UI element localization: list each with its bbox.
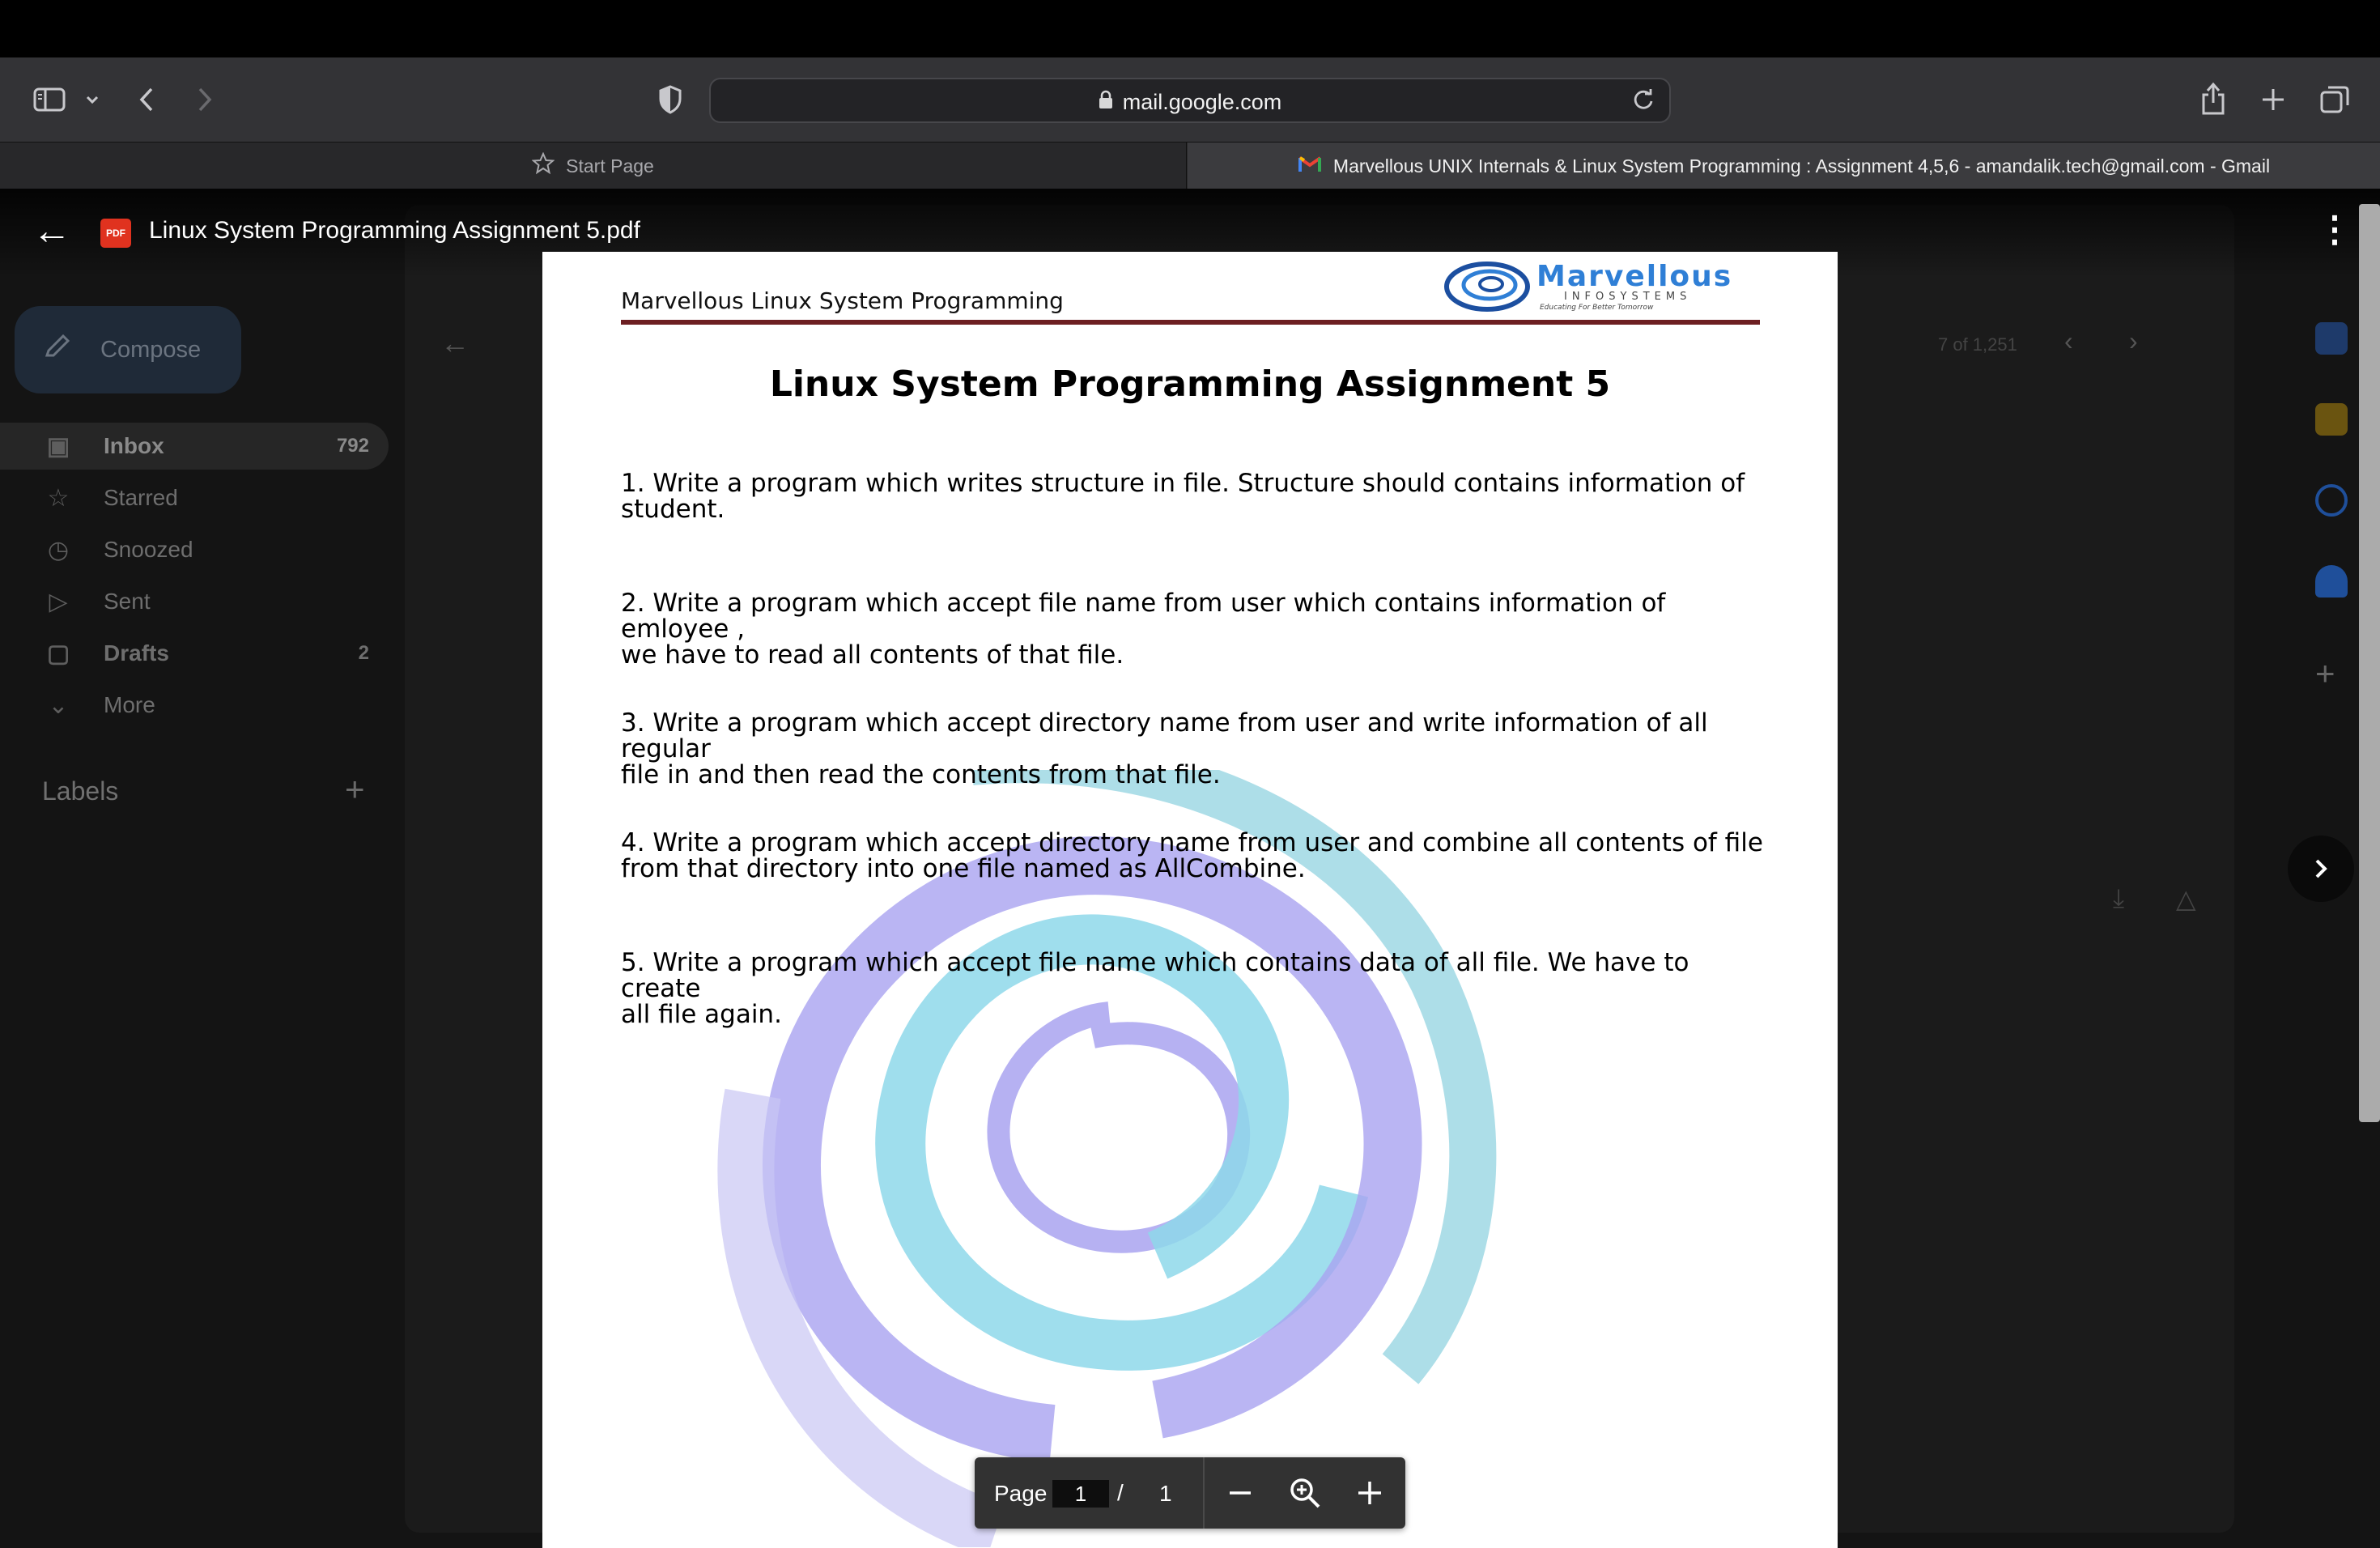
tab-bar: Start Page Marvellous UNIX Internals & L… <box>0 142 2380 189</box>
zoom-out-icon[interactable] <box>1221 1474 1260 1512</box>
newer-icon[interactable]: › <box>2129 326 2138 356</box>
question-3: 3. Write a program which accept director… <box>621 710 1770 788</box>
pagination-text: 7 of 1,251 <box>1938 334 2017 355</box>
question-line: file in and then read the contents from … <box>621 760 1221 789</box>
next-attachment-button[interactable] <box>2288 836 2354 902</box>
send-icon: ▷ <box>49 588 68 615</box>
star-icon: ☆ <box>47 484 70 512</box>
question-line: we have to read all contents of that fil… <box>621 640 1124 670</box>
tab-gmail[interactable]: Marvellous UNIX Internals & Linux System… <box>1188 142 2380 189</box>
back-to-inbox-icon[interactable]: ← <box>440 326 470 360</box>
question-line: 2. Write a program which accept file nam… <box>621 589 1666 644</box>
nav-count: 2 <box>358 642 369 664</box>
file-title: Linux System Programming Assignment 5.pd… <box>149 217 640 244</box>
question-line: 5. Write a program which accept file nam… <box>621 948 1689 1003</box>
chevron-down-icon[interactable] <box>81 88 104 111</box>
page-separator: / <box>1117 1480 1124 1505</box>
viewer-scrollbar[interactable] <box>2359 204 2380 1122</box>
tasks-icon[interactable] <box>2315 484 2348 517</box>
nav-label: Snoozed <box>104 537 193 562</box>
address-bar-url-row: mail.google.com <box>711 79 1669 125</box>
pdf-page: Marvellous Linux System Programming Marv… <box>542 252 1838 1548</box>
forward-icon[interactable] <box>191 82 219 117</box>
nav-snoozed[interactable]: ◷ Snoozed <box>0 526 389 573</box>
sidebar-toggle-icon[interactable] <box>31 83 68 116</box>
document-title: Linux System Programming Assignment 5 <box>769 364 1611 405</box>
tab-overview-icon[interactable] <box>2317 82 2352 117</box>
nav-label: Starred <box>104 485 178 510</box>
chevron-down-icon: ⌄ <box>48 691 69 719</box>
download-icon[interactable]: ⤓ <box>2113 883 2124 914</box>
system-menubar <box>0 0 2380 57</box>
page-total: 1 <box>1159 1481 1172 1506</box>
nav-drafts[interactable]: ▢ Drafts 2 <box>0 630 389 677</box>
page-number-input[interactable]: 1 <box>1052 1480 1109 1508</box>
new-tab-plus-icon[interactable] <box>2257 82 2289 117</box>
question-1: 1. Write a program which writes structur… <box>621 470 1770 522</box>
swirl-watermark <box>717 770 1497 1547</box>
nav-inbox[interactable]: ▣ Inbox 792 <box>0 423 389 470</box>
logo-tagline: Educating For Better Tomorrow <box>1540 304 1654 312</box>
older-icon[interactable]: ‹ <box>2064 326 2073 356</box>
question-line: 4. Write a program which accept director… <box>621 828 1763 857</box>
add-label-icon[interactable]: + <box>345 770 365 809</box>
privacy-shield-icon[interactable] <box>654 82 686 117</box>
share-icon[interactable] <box>2197 79 2229 119</box>
chevron-right-icon <box>2315 859 2327 878</box>
pdf-page-controls: Page 1 / 1 <box>975 1457 1405 1529</box>
nav-more[interactable]: ⌄ More <box>0 682 389 729</box>
question-line: 1. Write a program which writes structur… <box>621 469 1745 498</box>
nav-count: 792 <box>336 435 369 457</box>
reload-icon[interactable] <box>1630 87 1656 117</box>
marvellous-logo: Marvellous INFOSYSTEMS Educating For Bet… <box>1443 257 1766 315</box>
controls-divider <box>1203 1457 1205 1529</box>
lock-icon <box>1099 90 1113 115</box>
page-label: Page <box>994 1481 1048 1506</box>
question-line: from that directory into one file named … <box>621 854 1306 883</box>
question-line: student. <box>621 495 725 524</box>
calendar-icon[interactable] <box>2315 322 2348 355</box>
question-2: 2. Write a program which accept file nam… <box>621 590 1770 668</box>
nav-label: Sent <box>104 589 151 614</box>
more-options-icon[interactable]: ⋮ <box>2317 212 2352 248</box>
labels-heading: Labels <box>42 776 119 806</box>
header-rule <box>621 320 1760 325</box>
address-bar[interactable]: mail.google.com <box>709 78 1671 123</box>
url-text: mail.google.com <box>1122 89 1282 114</box>
nav-sent[interactable]: ▷ Sent <box>0 578 389 625</box>
tab-start-page[interactable]: Start Page <box>0 142 1187 189</box>
logo-name: Marvellous <box>1536 260 1733 293</box>
zoom-fit-icon[interactable] <box>1286 1474 1324 1512</box>
back-arrow-icon[interactable]: ← <box>32 212 71 251</box>
nav-starred[interactable]: ☆ Starred <box>0 474 389 521</box>
tab-label: Marvellous UNIX Internals & Linux System… <box>1332 155 2271 176</box>
zoom-in-icon[interactable] <box>1350 1474 1389 1512</box>
inbox-icon: ▣ <box>46 432 70 460</box>
draft-icon: ▢ <box>46 640 70 667</box>
pencil-icon <box>42 331 73 368</box>
star-icon <box>531 151 555 180</box>
nav-label: Inbox <box>104 433 164 458</box>
nav-label: Drafts <box>104 640 169 666</box>
gmail-logo-icon <box>1298 155 1322 177</box>
question-5: 5. Write a program which accept file nam… <box>621 950 1770 1027</box>
question-line: 3. Write a program which accept director… <box>621 708 1708 763</box>
clock-icon: ◷ <box>47 536 70 563</box>
document-header: Marvellous Linux System Programming <box>621 287 1064 314</box>
keep-icon[interactable] <box>2315 403 2348 436</box>
save-to-drive-icon[interactable]: △ <box>2176 883 2196 914</box>
question-line: all file again. <box>621 1000 782 1029</box>
compose-button[interactable]: Compose <box>15 306 241 393</box>
pdf-file-icon: PDF <box>100 219 131 248</box>
add-addon-icon[interactable]: + <box>2315 654 2335 693</box>
back-icon[interactable] <box>133 82 160 117</box>
tab-label: Start Page <box>566 155 654 176</box>
compose-label: Compose <box>100 336 202 363</box>
contacts-icon[interactable] <box>2315 565 2348 598</box>
nav-label: More <box>104 692 155 717</box>
logo-subtitle: INFOSYSTEMS <box>1564 291 1692 303</box>
question-4: 4. Write a program which accept director… <box>621 830 1770 882</box>
